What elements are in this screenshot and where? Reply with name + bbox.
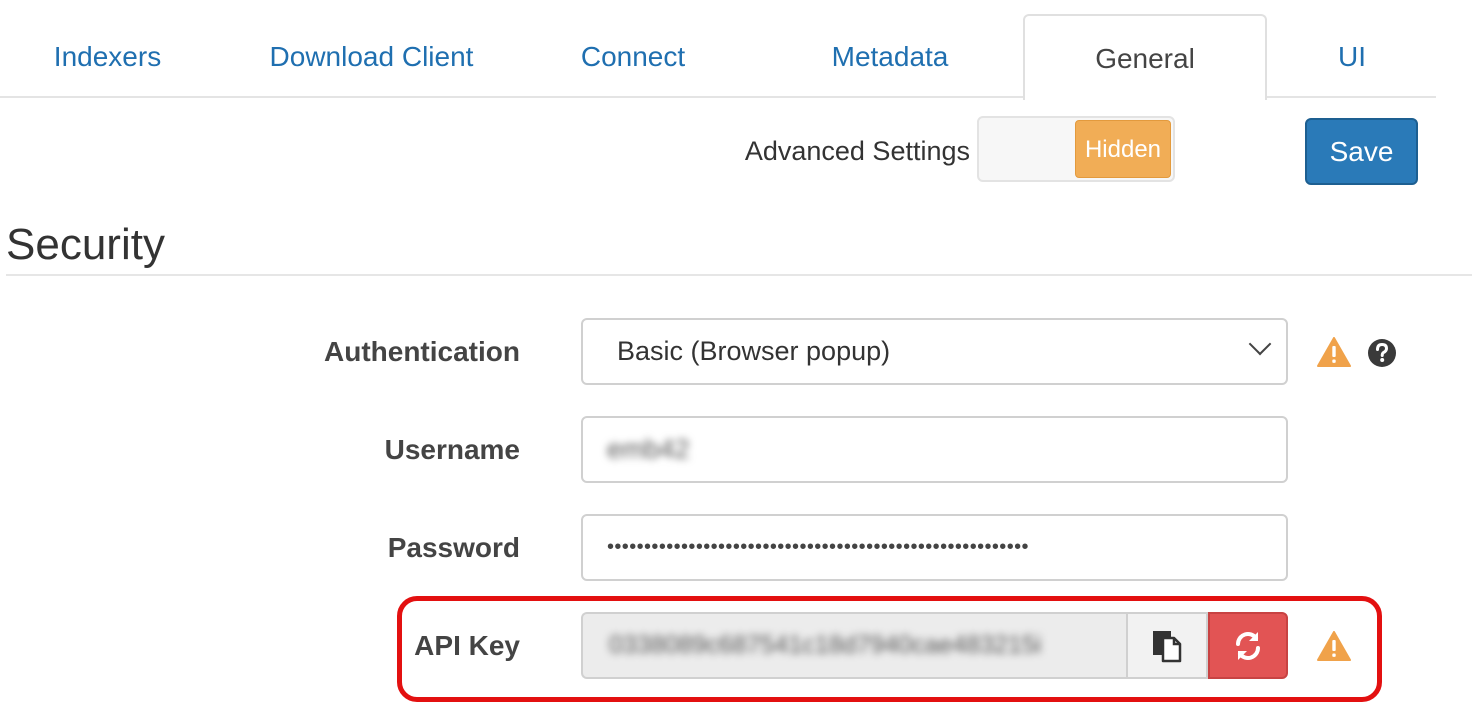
tab-indexers[interactable]: Indexers [0, 14, 215, 98]
username-value: emb42 [607, 434, 690, 464]
advanced-settings-state: Hidden [1075, 120, 1171, 178]
copy-button[interactable] [1126, 612, 1208, 679]
warning-icon [1317, 631, 1351, 661]
refresh-icon [1236, 632, 1260, 660]
username-field[interactable]: emb42 [581, 416, 1288, 483]
tab-ui[interactable]: UI [1270, 14, 1434, 98]
settings-tabs: Indexers Download Client Connect Metadat… [0, 14, 1436, 100]
tab-metadata[interactable]: Metadata [760, 14, 1020, 98]
password-field[interactable]: ••••••••••••••••••••••••••••••••••••••••… [581, 514, 1288, 581]
section-title: Security [6, 220, 165, 269]
advanced-settings-toggle[interactable]: Hidden [977, 116, 1175, 182]
authentication-value: Basic (Browser popup) [617, 336, 891, 366]
copy-icon [1153, 631, 1182, 663]
authentication-select[interactable]: Basic (Browser popup) [581, 318, 1288, 385]
regenerate-button[interactable] [1208, 612, 1288, 679]
password-value: ••••••••••••••••••••••••••••••••••••••••… [607, 536, 1029, 558]
tab-download-client[interactable]: Download Client [234, 14, 509, 98]
authentication-label: Authentication [324, 336, 520, 367]
tab-general[interactable]: General [1023, 14, 1267, 100]
warning-icon [1317, 337, 1351, 367]
help-icon[interactable] [1367, 338, 1397, 368]
username-label: Username [384, 434, 520, 465]
chevron-down-icon [1248, 332, 1272, 356]
section-divider [6, 274, 1472, 276]
save-button[interactable]: Save [1305, 118, 1418, 185]
api-key-value: 0338089c687541c18d7940cae483215i [609, 631, 1042, 659]
tab-connect[interactable]: Connect [520, 14, 746, 98]
api-key-label: API Key [414, 630, 520, 661]
password-label: Password [387, 532, 520, 563]
api-key-field[interactable]: 0338089c687541c18d7940cae483215i [581, 612, 1126, 679]
advanced-settings-label: Advanced Settings [744, 136, 970, 166]
